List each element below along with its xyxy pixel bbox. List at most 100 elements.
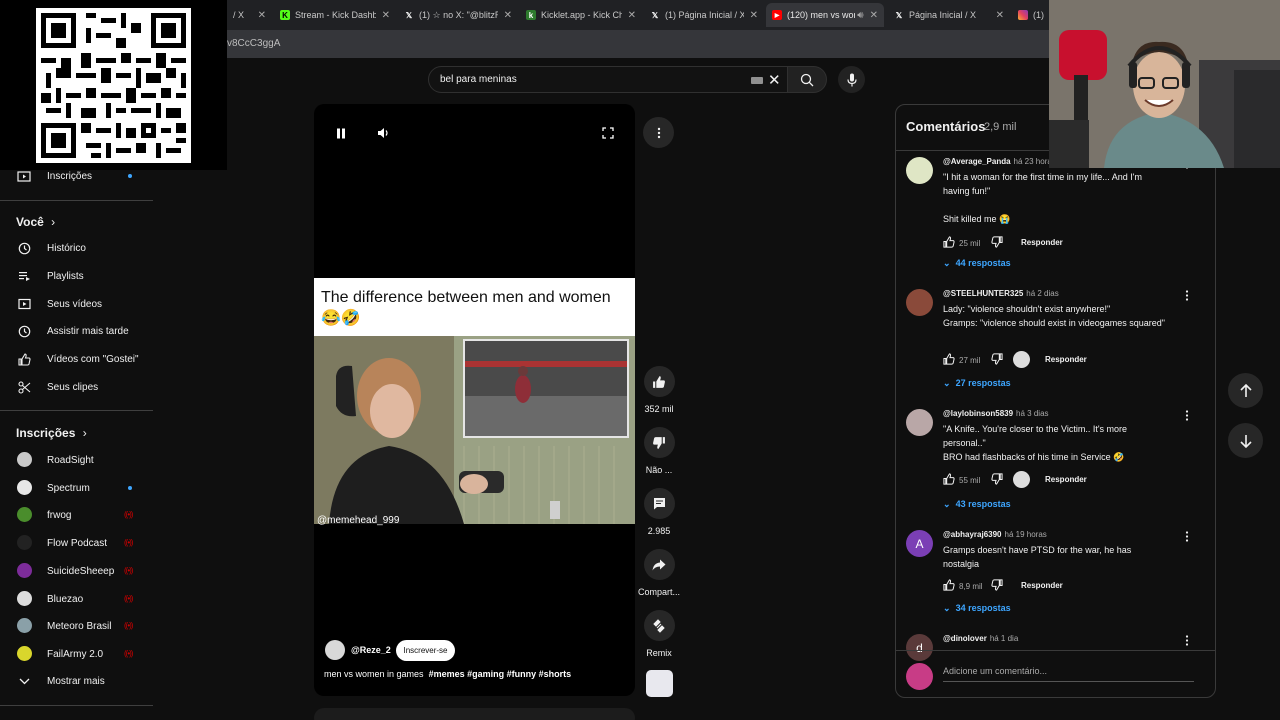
pause-icon[interactable]: [334, 126, 348, 140]
shorts-player[interactable]: The difference between men and women 😂🤣: [314, 104, 635, 696]
sidebar-item-your-videos[interactable]: Seus vídeos: [0, 291, 155, 317]
comment-menu-button[interactable]: [1182, 289, 1192, 301]
reply-button[interactable]: Responder: [1045, 355, 1087, 364]
fullscreen-icon[interactable]: [601, 126, 615, 140]
show-more-button[interactable]: Mostrar mais: [0, 668, 155, 694]
view-replies-button[interactable]: ⌄ 27 respostas: [943, 378, 1011, 389]
sidebar-channel-item[interactable]: Bluezao ((•)): [0, 586, 155, 612]
short-title[interactable]: men vs women in games #memes #gaming #fu…: [324, 669, 571, 679]
like-button[interactable]: 352 mil: [638, 366, 680, 414]
clear-search-icon[interactable]: ✕: [768, 71, 781, 89]
volume-icon[interactable]: [376, 126, 390, 140]
audio-source-thumbnail[interactable]: [646, 670, 673, 697]
sidebar-channel-item[interactable]: SuicideSheeep ((•)): [0, 558, 155, 584]
browser-tab[interactable]: 𝕏 (1) ☆ no X: "@blitzRJ ✕: [398, 3, 518, 27]
next-short-button[interactable]: [1228, 423, 1263, 458]
sidebar-section-subscriptions[interactable]: Inscrições ›: [16, 426, 87, 440]
reply-button[interactable]: Responder: [1021, 238, 1063, 247]
search-button[interactable]: [787, 66, 827, 93]
sidebar-item-your-clips[interactable]: Seus clipes: [0, 374, 155, 400]
share-button[interactable]: Compart...: [638, 549, 680, 597]
comments-title: Comentários: [906, 119, 986, 134]
close-icon[interactable]: ✕: [750, 10, 758, 21]
browser-tab-active[interactable]: ▶ (120) men vs wom 🔊︎ ✕: [766, 3, 884, 27]
comment-author[interactable]: @Average_Panda: [943, 157, 1011, 166]
comment-menu-button[interactable]: [1182, 634, 1192, 646]
remix-button[interactable]: Remix: [638, 610, 680, 658]
sidebar-channel-item[interactable]: Flow Podcast ((•)): [0, 530, 155, 556]
comment-author[interactable]: @dinolover: [943, 634, 987, 643]
comment-avatar[interactable]: [906, 409, 933, 436]
browser-tab[interactable]: / X ✕: [227, 3, 272, 27]
sidebar-section-you[interactable]: Você ›: [16, 215, 55, 229]
close-icon[interactable]: ✕: [382, 10, 390, 21]
sidebar-item-liked-videos[interactable]: Vídeos com "Gostei": [0, 346, 155, 372]
browser-tab[interactable]: 𝕏 (1) Página Inicial / X ✕: [644, 3, 764, 27]
subscribe-button[interactable]: Inscrever-se: [396, 640, 455, 661]
comment-menu-button[interactable]: [1182, 409, 1192, 421]
short-hashtags[interactable]: #memes #gaming #funny #shorts: [429, 669, 572, 679]
thumbs-up-icon[interactable]: [943, 236, 955, 248]
reply-button[interactable]: Responder: [1021, 581, 1063, 590]
sidebar-channel-item[interactable]: RoadSight: [0, 447, 155, 473]
comment-menu-button[interactable]: [1182, 530, 1192, 542]
sidebar-channel-item[interactable]: FailArmy 2.0 ((•)): [0, 641, 155, 667]
comment-time[interactable]: há 19 horas: [1005, 530, 1047, 539]
browser-tab[interactable]: 𝕏 Página Inicial / X ✕: [888, 3, 1010, 27]
sidebar-item-watch-later[interactable]: Assistir mais tarde: [0, 318, 155, 344]
live-indicator-icon: ((•)): [124, 510, 134, 519]
comment-avatar[interactable]: [906, 289, 933, 316]
comment-icon: [653, 498, 665, 510]
view-replies-button[interactable]: ⌄ 44 respostas: [943, 258, 1011, 269]
keyboard-icon[interactable]: [751, 77, 763, 84]
x-icon: 𝕏: [405, 10, 413, 20]
comment-time[interactable]: há 1 dia: [990, 634, 1018, 643]
chevron-down-icon: ⌄: [943, 603, 951, 613]
sidebar-channel-item[interactable]: Spectrum: [0, 475, 155, 501]
channel-avatar[interactable]: [325, 640, 345, 660]
comment-author[interactable]: @STEELHUNTER325: [943, 289, 1023, 298]
reply-button[interactable]: Responder: [1045, 475, 1087, 484]
sidebar-item-playlists[interactable]: Playlists: [0, 263, 155, 289]
thumbs-down-icon[interactable]: [991, 236, 1003, 248]
dislike-button[interactable]: Não ...: [638, 427, 680, 475]
sidebar-channel-item[interactable]: frwog ((•)): [0, 502, 155, 528]
comments-button[interactable]: 2.985: [638, 488, 680, 536]
browser-tab[interactable]: k Kicklet.app - Kick Cha ✕: [520, 3, 642, 27]
close-icon[interactable]: ✕: [504, 10, 512, 21]
view-replies-button[interactable]: ⌄ 34 respostas: [943, 603, 1011, 614]
thumbs-up-icon[interactable]: [943, 353, 955, 365]
thumbs-down-icon[interactable]: [991, 353, 1003, 365]
next-short-preview[interactable]: [314, 708, 635, 720]
thumbs-down-icon[interactable]: [991, 473, 1003, 485]
search-input[interactable]: bel para meninas ✕: [428, 66, 788, 93]
comment-count: 2.985: [647, 526, 671, 536]
sidebar-channel-item[interactable]: Meteoro Brasil ((•)): [0, 613, 155, 639]
close-icon[interactable]: ✕: [628, 10, 636, 21]
comment-time[interactable]: há 2 dias: [1026, 289, 1058, 298]
channel-name[interactable]: @Reze_2: [351, 645, 391, 655]
close-icon[interactable]: ✕: [996, 10, 1004, 21]
thumbs-up-icon[interactable]: [943, 579, 955, 591]
more-options-button[interactable]: [643, 117, 674, 148]
comment-avatar[interactable]: [906, 157, 933, 184]
browser-tab[interactable]: K Stream - Kick Dashbo ✕: [274, 3, 396, 27]
thumbs-up-icon[interactable]: [943, 473, 955, 485]
thumbs-up-icon: [653, 375, 665, 388]
thumbs-down-icon[interactable]: [991, 579, 1003, 591]
tab-label: (120) men vs wom: [787, 10, 856, 20]
add-comment-input[interactable]: Adicione um comentário...: [943, 666, 1194, 682]
view-replies-button[interactable]: ⌄ 43 respostas: [943, 499, 1011, 510]
sidebar-item-history[interactable]: Histórico: [0, 235, 155, 261]
comment-time[interactable]: há 3 dias: [1016, 409, 1048, 418]
close-icon[interactable]: ✕: [870, 10, 878, 21]
close-icon[interactable]: ✕: [258, 10, 266, 21]
browser-tab[interactable]: (1) In: [1012, 3, 1052, 27]
voice-search-button[interactable]: [838, 66, 865, 93]
previous-short-button[interactable]: [1228, 373, 1263, 408]
comment-author[interactable]: @abhayraj6390: [943, 530, 1002, 539]
comment-avatar[interactable]: A: [906, 530, 933, 557]
creator-heart-badge: [1013, 351, 1030, 368]
comment-author[interactable]: @laylobinson5839: [943, 409, 1013, 418]
speaker-icon[interactable]: 🔊︎: [857, 10, 863, 21]
